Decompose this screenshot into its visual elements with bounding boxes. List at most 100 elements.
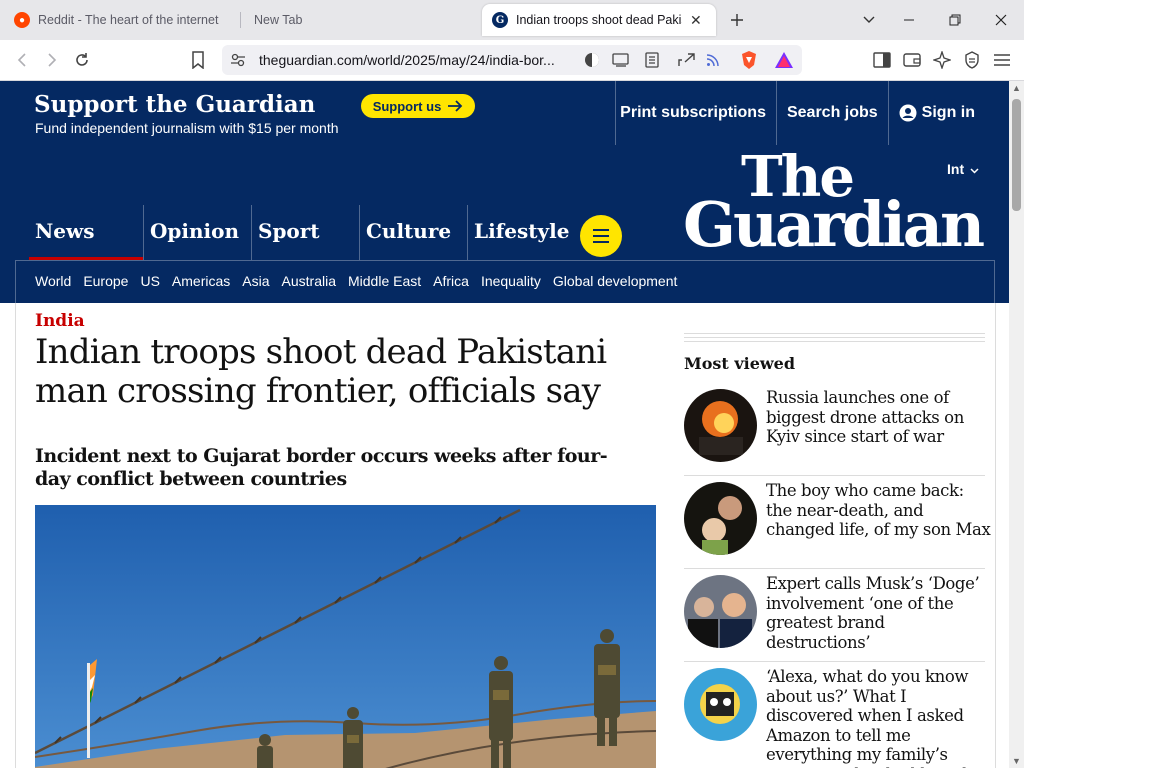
scroll-thumb[interactable] — [1012, 99, 1021, 211]
tab-strip: ● Reddit - The heart of the internet New… — [0, 0, 1024, 40]
cast-icon[interactable] — [612, 52, 630, 73]
desktop-background — [1024, 0, 1152, 768]
new-tab-button[interactable] — [714, 0, 760, 40]
leo-ai-icon[interactable] — [930, 48, 954, 72]
guardian-page: Support the Guardian Fund independent jo… — [0, 81, 1009, 768]
tab-reddit[interactable]: ● Reddit - The heart of the internet — [14, 0, 218, 40]
masthead: Int The Guardian News Opinion Sport Cult… — [0, 145, 1009, 303]
minimize-button[interactable] — [886, 0, 932, 40]
pillar-label: Sport — [258, 219, 320, 243]
subnav-americas[interactable]: Americas — [172, 273, 230, 289]
tab-guardian-active[interactable]: G Indian troops shoot dead Pakisti ✕ — [482, 4, 716, 36]
pillar-opinion[interactable]: Opinion — [143, 205, 251, 261]
vpn-shield-icon[interactable] — [960, 48, 984, 72]
subnav-global-development[interactable]: Global development — [553, 273, 678, 289]
back-icon[interactable] — [10, 48, 34, 72]
sub-nav: World Europe US Americas Asia Australia … — [15, 260, 995, 303]
article-headline: Indian troops shoot dead Pakistani man c… — [35, 332, 607, 411]
guardian-logo[interactable]: The Guardian — [683, 149, 985, 261]
plus-icon — [731, 14, 743, 26]
close-icon — [995, 14, 1007, 26]
tab-new-tab[interactable]: New Tab — [254, 0, 302, 40]
article-hero-image — [35, 505, 656, 768]
alexa-illustration-thumbnail — [684, 668, 757, 741]
pillar-label: Opinion — [150, 219, 240, 243]
reload-icon[interactable] — [70, 48, 94, 72]
url-text[interactable]: theguardian.com/world/2025/may/24/india-… — [259, 52, 555, 68]
musk-trump-thumbnail — [684, 575, 757, 648]
browser-window: ● Reddit - The heart of the internet New… — [0, 0, 1024, 768]
most-viewed-panel: Most viewed Russia launches one of bigge… — [684, 333, 991, 768]
subnav-africa[interactable]: Africa — [433, 273, 469, 289]
menu-icon[interactable] — [990, 48, 1014, 72]
print-subscriptions-link[interactable]: Print subscriptions — [615, 81, 776, 145]
scroll-up-icon[interactable]: ▲ — [1009, 83, 1024, 93]
most-viewed-item[interactable]: Russia launches one of biggest drone att… — [684, 383, 985, 476]
logo-line-2: Guardian — [683, 188, 985, 261]
most-viewed-headline: Russia launches one of biggest drone att… — [766, 388, 964, 446]
header-links: Print subscriptions Search jobs Sign in — [615, 81, 1009, 145]
maximize-button[interactable] — [932, 0, 978, 40]
site-settings-icon[interactable] — [230, 52, 246, 73]
sidebar-icon[interactable] — [870, 48, 894, 72]
tab-title: New Tab — [254, 13, 303, 27]
pillar-sport[interactable]: Sport — [251, 205, 359, 261]
close-tab-icon[interactable]: ✕ — [690, 12, 702, 29]
pillar-label: Culture — [366, 219, 452, 243]
pillar-culture[interactable]: Culture — [359, 205, 467, 261]
most-viewed-item[interactable]: Expert calls Musk’s ‘Doge’ involvement ‘… — [684, 569, 985, 662]
minimize-icon — [904, 19, 914, 21]
article-standfirst: Incident next to Gujarat border occurs w… — [35, 445, 608, 490]
subnav-europe[interactable]: Europe — [83, 273, 128, 289]
pillar-label: News — [35, 219, 95, 243]
reader-mode-icon[interactable] — [584, 52, 600, 73]
most-viewed-title: Most viewed — [684, 354, 796, 373]
forward-icon[interactable] — [40, 48, 64, 72]
sign-in-label: Sign in — [921, 104, 975, 121]
chevron-down-icon — [863, 16, 875, 23]
subnav-middle-east[interactable]: Middle East — [348, 273, 421, 289]
page-scrollbar[interactable]: ▲ ▼ — [1009, 81, 1024, 768]
subnav-inequality[interactable]: Inequality — [481, 273, 541, 289]
most-viewed-headline: Expert calls Musk’s ‘Doge’ involvement ‘… — [766, 574, 980, 652]
drone-attack-thumbnail — [684, 389, 757, 462]
address-bar[interactable]: theguardian.com/world/2025/may/24/india-… — [222, 45, 802, 75]
support-us-button[interactable]: Support us — [361, 94, 475, 118]
boy-portrait-thumbnail — [684, 482, 757, 555]
pillar-lifestyle[interactable]: Lifestyle — [467, 205, 575, 261]
brave-rewards-icon[interactable] — [772, 48, 796, 72]
guardian-icon: G — [492, 12, 508, 28]
subnav-us[interactable]: US — [140, 273, 159, 289]
restore-icon — [949, 14, 961, 26]
arrow-right-icon — [448, 100, 463, 112]
rss-icon[interactable] — [706, 53, 720, 72]
bookmark-icon[interactable] — [186, 48, 210, 72]
search-jobs-link[interactable]: Search jobs — [775, 81, 888, 145]
support-us-label: Support us — [372, 98, 442, 114]
navigation-toolbar: theguardian.com/world/2025/may/24/india-… — [0, 40, 1024, 99]
sign-in-link[interactable]: Sign in — [887, 81, 1009, 145]
subnav-asia[interactable]: Asia — [242, 273, 269, 289]
most-viewed-item[interactable]: ‘Alexa, what do you know about us?’ What… — [684, 662, 985, 768]
share-icon[interactable] — [678, 52, 696, 73]
subnav-world[interactable]: World — [35, 273, 71, 289]
pillar-label: Lifestyle — [474, 219, 570, 243]
article-area: India Indian troops shoot dead Pakistani… — [0, 303, 1009, 768]
tab-title: Reddit - The heart of the internet — [38, 13, 219, 27]
tab-title: Indian troops shoot dead Pakisti — [516, 13, 682, 27]
pillar-news[interactable]: News — [29, 205, 143, 261]
reading-list-icon[interactable] — [645, 52, 659, 73]
article-kicker[interactable]: India — [35, 311, 85, 331]
close-window-button[interactable] — [978, 0, 1024, 40]
menu-button[interactable] — [580, 215, 622, 257]
user-icon — [899, 104, 917, 122]
most-viewed-item[interactable]: The boy who came back: the near-death, a… — [684, 476, 991, 569]
brave-shields-icon[interactable] — [737, 48, 761, 72]
wallet-icon[interactable] — [900, 48, 924, 72]
most-viewed-headline: ‘Alexa, what do you know about us?’ What… — [766, 667, 969, 768]
support-banner: Support the Guardian Fund independent jo… — [0, 81, 1009, 145]
subnav-australia[interactable]: Australia — [282, 273, 336, 289]
most-viewed-headline: The boy who came back: the near-death, a… — [766, 481, 991, 539]
scroll-down-icon[interactable]: ▼ — [1009, 756, 1024, 766]
support-title: Support the Guardian — [34, 91, 316, 118]
